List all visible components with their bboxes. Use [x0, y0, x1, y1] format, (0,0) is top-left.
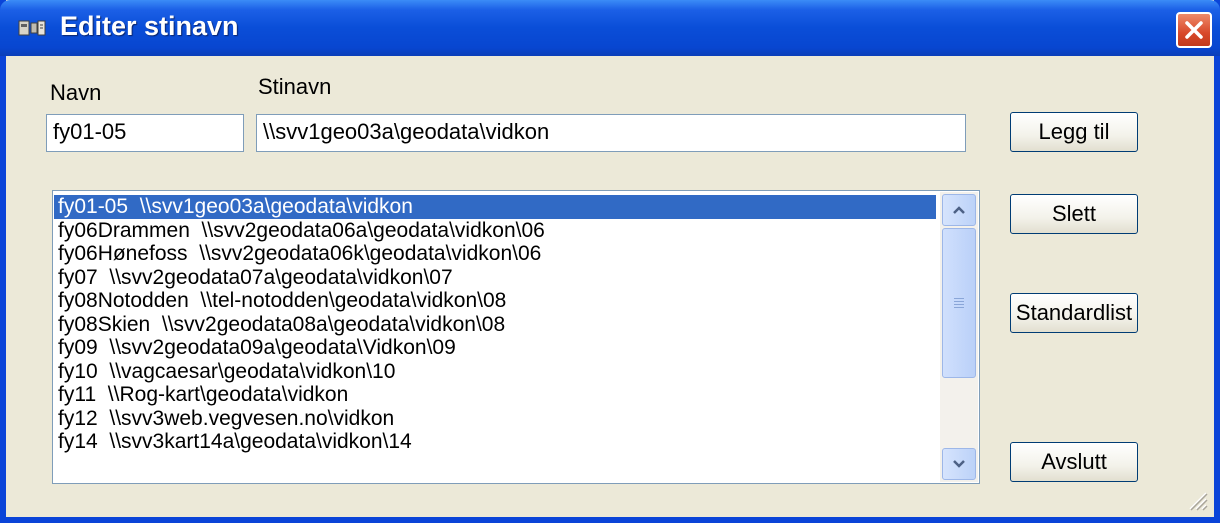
- grip-icon: [954, 298, 964, 308]
- list-item[interactable]: fy01-05 \\svv1geo03a\geodata\vidkon: [54, 195, 936, 219]
- list-item[interactable]: fy11 \\Rog-kart\geodata\vidkon: [54, 383, 936, 407]
- vertical-scrollbar[interactable]: [940, 192, 978, 482]
- scroll-up-button[interactable]: [942, 194, 976, 226]
- delete-button[interactable]: Slett: [1010, 194, 1138, 234]
- close-button[interactable]: [1176, 12, 1212, 48]
- dialog-window: Editer stinavn Navn Stinavn fy01-05 \\sv…: [0, 0, 1220, 523]
- path-list[interactable]: fy01-05 \\svv1geo03a\geodata\vidkon fy06D…: [52, 190, 980, 484]
- list-item[interactable]: fy06Drammen \\svv2geodata06a\geodata\vid…: [54, 219, 936, 243]
- navn-input[interactable]: fy01-05: [46, 114, 244, 152]
- list-item[interactable]: fy12 \\svv3web.vegvesen.no\vidkon: [54, 407, 936, 431]
- list-item[interactable]: fy08Skien \\svv2geodata08a\geodata\vidko…: [54, 313, 936, 337]
- standard-list-button[interactable]: Standardlist: [1010, 293, 1138, 333]
- chevron-down-icon: [953, 460, 965, 468]
- scroll-thumb[interactable]: [942, 228, 976, 378]
- list-items: fy01-05 \\svv1geo03a\geodata\vidkon fy06D…: [54, 195, 936, 454]
- stinavn-label: Stinavn: [258, 74, 332, 99]
- list-item[interactable]: fy07 \\svv2geodata07a\geodata\vidkon\07: [54, 266, 936, 290]
- stinavn-input[interactable]: \\svv1geo03a\geodata\vidkon: [256, 114, 966, 152]
- list-item[interactable]: fy09 \\svv2geodata09a\geodata\Vidkon\09: [54, 336, 936, 360]
- exit-button[interactable]: Avslutt: [1010, 442, 1138, 482]
- list-item[interactable]: fy06Hønefoss \\svv2geodata06k\geodata\vi…: [54, 242, 936, 266]
- close-icon: [1185, 21, 1203, 39]
- resize-grip-icon[interactable]: [1186, 489, 1208, 511]
- list-item[interactable]: fy10 \\vagcaesar\geodata\vidkon\10: [54, 360, 936, 384]
- scroll-down-button[interactable]: [942, 448, 976, 480]
- navn-label: Navn: [50, 80, 102, 105]
- add-button[interactable]: Legg til: [1010, 112, 1138, 152]
- window-title: Editer stinavn: [60, 11, 239, 41]
- chevron-up-icon: [953, 206, 965, 214]
- app-icon: [18, 20, 46, 36]
- list-item[interactable]: fy08Notodden \\tel-notodden\geodata\vidk…: [54, 289, 936, 313]
- title-bar[interactable]: Editer stinavn: [0, 0, 1220, 56]
- list-item[interactable]: fy14 \\svv3kart14a\geodata\vidkon\14: [54, 430, 936, 454]
